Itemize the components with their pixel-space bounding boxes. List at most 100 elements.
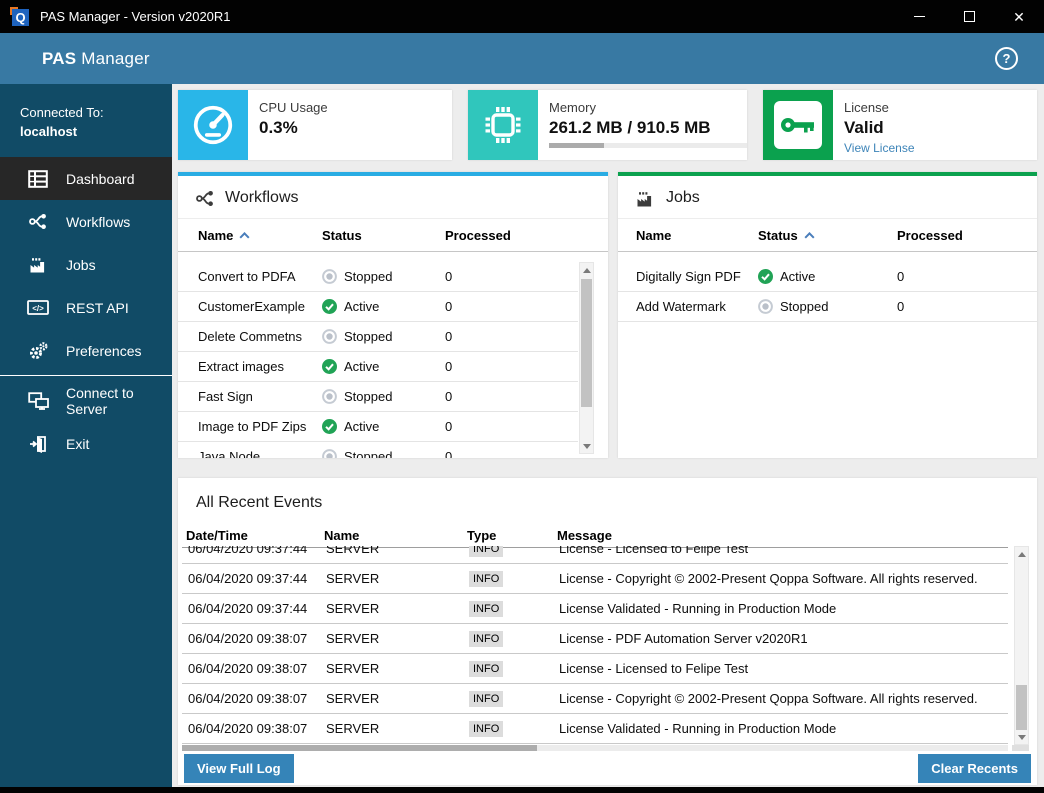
event-message: License - Copyright © 2002-Present Qoppa… xyxy=(559,571,978,586)
cpu-usage-label: CPU Usage xyxy=(259,100,328,115)
event-type-badge: INFO xyxy=(469,691,504,707)
event-row[interactable]: 06/04/2020 09:38:07 SERVER INFO License … xyxy=(182,714,1008,744)
sidebar-item-preferences[interactable]: Preferences xyxy=(0,329,172,372)
dashboard-icon xyxy=(27,169,49,188)
workflow-status: Stopped xyxy=(322,329,445,344)
event-message: License - Copyright © 2002-Present Qoppa… xyxy=(559,691,978,706)
stat-cards: CPU Usage 0.3% Memory 261.2 MB / 910.5 M… xyxy=(178,90,1037,160)
job-name: Add Watermark xyxy=(636,299,726,314)
panels-row: Workflows Name Status Processed Convert … xyxy=(178,172,1037,458)
sidebar-item-dashboard[interactable]: Dashboard xyxy=(0,157,172,200)
column-header-type[interactable]: Type xyxy=(467,528,557,543)
event-row[interactable]: 06/04/2020 09:37:44 SERVER INFO License … xyxy=(182,564,1008,594)
memory-value: 261.2 MB / 910.5 MB xyxy=(549,118,711,137)
sidebar-item-label: Preferences xyxy=(66,342,142,359)
event-source: SERVER xyxy=(326,571,380,586)
jobs-table-body: Digitally Sign PDF Active 0 Add Watermar… xyxy=(618,262,1037,458)
jobs-panel-title: Jobs xyxy=(618,176,1037,219)
app-brand: PAS Manager xyxy=(42,48,150,68)
recent-events-panel: All Recent Events Date/Time Name Type Me… xyxy=(178,478,1037,785)
sidebar: Connected To: localhost Dashboard Workfl… xyxy=(0,84,172,787)
maximize-button[interactable] xyxy=(944,0,994,33)
column-header-status[interactable]: Status xyxy=(758,228,897,243)
workflow-row[interactable]: Image to PDF Zips Active 0 xyxy=(178,412,578,442)
workflow-row[interactable]: Java Node Stopped 0 xyxy=(178,442,578,458)
workflow-row[interactable]: CustomerExample Active 0 xyxy=(178,292,578,322)
event-type-badge: INFO xyxy=(469,661,504,677)
jobs-table-header: Name Status Processed xyxy=(618,219,1037,252)
view-full-log-button[interactable]: View Full Log xyxy=(184,754,294,783)
event-datetime: 06/04/2020 09:38:07 xyxy=(188,661,308,676)
scrollbar-corner xyxy=(1012,745,1029,751)
workflow-row[interactable]: Fast Sign Stopped 0 xyxy=(178,382,578,412)
workflow-row[interactable]: Extract images Active 0 xyxy=(178,352,578,382)
event-row[interactable]: 06/04/2020 09:37:44 SERVER INFO License … xyxy=(182,546,1008,564)
job-status: Active xyxy=(758,269,897,284)
workflow-row[interactable]: Delete Commetns Stopped 0 xyxy=(178,322,578,352)
column-header-name[interactable]: Name xyxy=(198,228,322,243)
status-stopped-icon xyxy=(758,299,773,314)
column-header-processed[interactable]: Processed xyxy=(897,228,1037,243)
sidebar-item-rest-api[interactable]: </> REST API xyxy=(0,286,172,329)
column-header-datetime[interactable]: Date/Time xyxy=(186,528,324,543)
clear-recents-button[interactable]: Clear Recents xyxy=(918,754,1031,783)
scroll-up-arrow[interactable] xyxy=(1015,547,1028,561)
event-datetime: 06/04/2020 09:37:44 xyxy=(188,546,308,556)
window-bottom-border xyxy=(0,787,1044,793)
workflow-processed: 0 xyxy=(445,389,453,404)
scrollbar-thumb[interactable] xyxy=(1016,685,1027,730)
app-window: Q PAS Manager - Version v2020R1 ✕ PAS Ma… xyxy=(0,0,1044,793)
sidebar-item-connect-to-server[interactable]: Connect to Server xyxy=(0,379,172,422)
sidebar-item-jobs[interactable]: Jobs xyxy=(0,243,172,286)
cpu-gauge-icon xyxy=(178,90,248,160)
scroll-down-arrow[interactable] xyxy=(580,439,593,453)
job-row[interactable]: Add Watermark Stopped 0 xyxy=(618,292,1037,322)
events-scrollbar[interactable] xyxy=(1014,546,1029,745)
event-row[interactable]: 06/04/2020 09:37:44 SERVER INFO License … xyxy=(182,594,1008,624)
job-processed: 0 xyxy=(897,299,905,314)
view-license-link[interactable]: View License xyxy=(844,141,915,155)
exit-door-icon xyxy=(27,435,49,453)
workflow-name: Extract images xyxy=(198,359,284,374)
workflow-row[interactable]: Convert to PDFA Stopped 0 xyxy=(178,262,578,292)
column-header-message[interactable]: Message xyxy=(557,528,1008,543)
workflows-table-header: Name Status Processed xyxy=(178,219,608,252)
column-header-processed[interactable]: Processed xyxy=(445,228,608,243)
close-icon: ✕ xyxy=(1013,8,1025,25)
job-row[interactable]: Digitally Sign PDF Active 0 xyxy=(618,262,1037,292)
memory-label: Memory xyxy=(549,100,596,115)
sidebar-item-label: Dashboard xyxy=(66,170,135,187)
event-datetime: 06/04/2020 09:38:07 xyxy=(188,721,308,736)
column-header-name[interactable]: Name xyxy=(324,528,467,543)
sidebar-item-exit[interactable]: Exit xyxy=(0,422,172,465)
column-header-status[interactable]: Status xyxy=(322,228,445,243)
workflow-status: Stopped xyxy=(322,449,445,458)
workflow-status: Stopped xyxy=(322,269,445,284)
minimize-button[interactable] xyxy=(894,0,944,33)
events-horizontal-scrollbar[interactable] xyxy=(182,745,1008,751)
scroll-down-arrow[interactable] xyxy=(1015,730,1028,744)
workflow-name: CustomerExample xyxy=(198,299,305,314)
event-row[interactable]: 06/04/2020 09:38:07 SERVER INFO License … xyxy=(182,654,1008,684)
event-row[interactable]: 06/04/2020 09:38:07 SERVER INFO License … xyxy=(182,684,1008,714)
monitors-icon xyxy=(27,391,49,410)
event-row[interactable]: 06/04/2020 09:38:07 SERVER INFO License … xyxy=(182,624,1008,654)
scroll-up-arrow[interactable] xyxy=(580,263,593,277)
workflow-name: Fast Sign xyxy=(198,389,253,404)
workflows-scrollbar[interactable] xyxy=(579,262,594,454)
workflows-panel-title: Workflows xyxy=(178,176,608,219)
job-name: Digitally Sign PDF xyxy=(636,269,741,284)
column-header-name[interactable]: Name xyxy=(636,228,758,243)
workflow-name: Delete Commetns xyxy=(198,329,303,344)
connection-status: Connected To: localhost xyxy=(0,84,172,157)
close-button[interactable]: ✕ xyxy=(994,0,1044,33)
workflow-status: Active xyxy=(322,299,445,314)
app-header: PAS Manager ? xyxy=(0,33,1044,84)
help-button[interactable]: ? xyxy=(995,47,1018,70)
sidebar-item-workflows[interactable]: Workflows xyxy=(0,200,172,243)
scrollbar-thumb[interactable] xyxy=(182,745,538,751)
scrollbar-thumb[interactable] xyxy=(581,279,592,407)
connected-host: localhost xyxy=(20,124,78,139)
event-type-badge: INFO xyxy=(469,546,504,557)
workflow-share-icon xyxy=(27,213,49,230)
